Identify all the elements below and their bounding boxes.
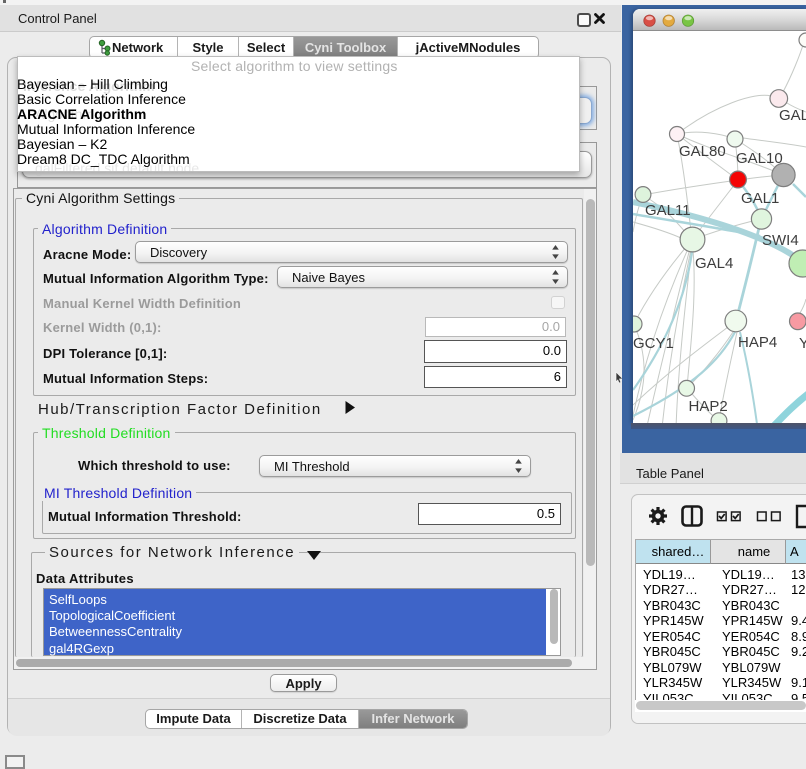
svg-text:GAL7: GAL7 xyxy=(779,107,806,124)
svg-text:SWI4: SWI4 xyxy=(762,232,799,249)
svg-text:GAL10: GAL10 xyxy=(736,150,783,167)
svg-text:HAP4: HAP4 xyxy=(738,334,777,351)
svg-text:GAL1: GAL1 xyxy=(741,190,779,207)
svg-text:GAL11: GAL11 xyxy=(645,202,691,219)
svg-text:GCY1: GCY1 xyxy=(633,335,674,352)
svg-text:HAP2: HAP2 xyxy=(689,398,728,415)
svg-text:GAL4: GAL4 xyxy=(695,255,733,272)
svg-text:YE: YE xyxy=(799,335,806,352)
svg-text:GAL80: GAL80 xyxy=(679,143,726,160)
